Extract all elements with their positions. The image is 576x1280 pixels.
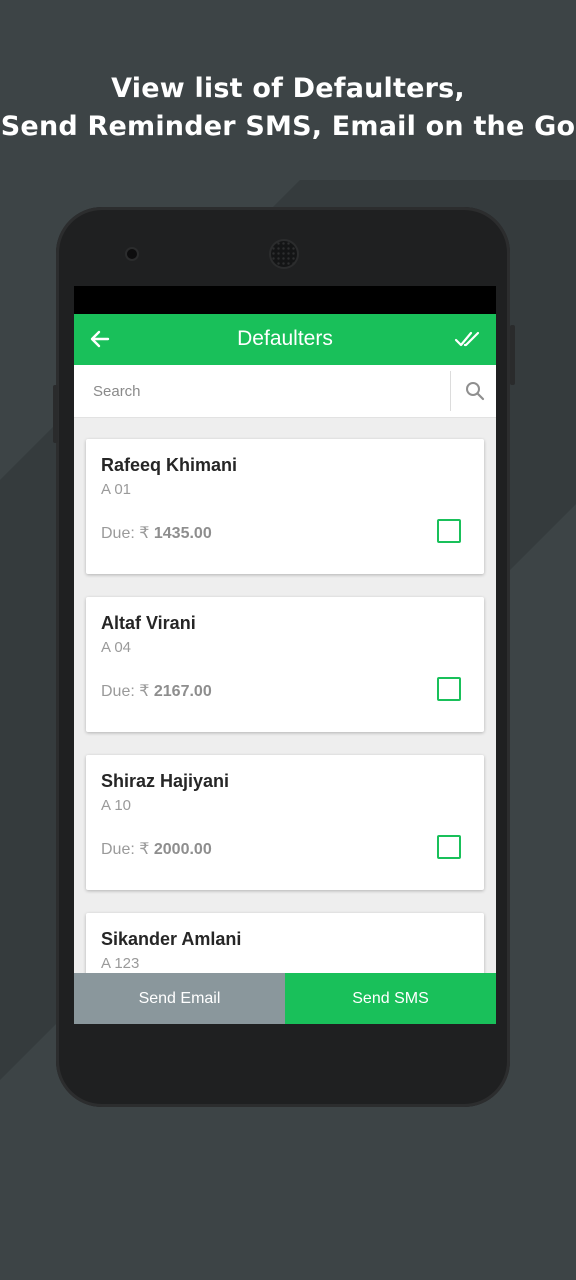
due-value: 2167.00 bbox=[153, 683, 212, 700]
defaulter-unit: A 10 bbox=[101, 797, 132, 814]
action-bar: Send Email Send SMS bbox=[74, 973, 496, 1024]
due-value: 2000.00 bbox=[153, 841, 212, 858]
send-sms-button[interactable]: Send SMS bbox=[285, 973, 496, 1024]
list-item[interactable]: Shiraz Hajiyani A 10 Due: ₹ 2000.00 bbox=[86, 755, 484, 890]
defaulter-name: Sikander Amlani bbox=[101, 929, 242, 949]
double-check-icon[interactable] bbox=[454, 327, 482, 351]
select-checkbox[interactable] bbox=[437, 519, 461, 543]
app-screen: Defaulters Rafeeq Khimani A 01 Due: ₹ 14… bbox=[74, 286, 496, 1024]
due-amount: Due: ₹ 2000.00 bbox=[101, 839, 212, 859]
front-camera bbox=[127, 249, 137, 259]
status-bar bbox=[74, 286, 496, 314]
select-checkbox[interactable] bbox=[437, 835, 461, 859]
defaulter-unit: A 123 bbox=[101, 955, 140, 972]
due-amount: Due: ₹ 2167.00 bbox=[101, 681, 212, 701]
send-email-button[interactable]: Send Email bbox=[74, 973, 285, 1024]
search-divider bbox=[450, 371, 451, 411]
defaulter-name: Rafeeq Khimani bbox=[101, 455, 238, 475]
search-icon[interactable] bbox=[464, 380, 486, 402]
due-amount: Due: ₹ 1435.00 bbox=[101, 523, 212, 543]
phone-speaker bbox=[271, 241, 297, 267]
due-label: Due: ₹ bbox=[101, 683, 150, 700]
phone-power-button bbox=[510, 325, 515, 385]
list-item[interactable]: Rafeeq Khimani A 01 Due: ₹ 1435.00 bbox=[86, 439, 484, 574]
defaulter-name: Altaf Virani bbox=[101, 613, 196, 633]
search-input[interactable] bbox=[74, 365, 449, 417]
select-checkbox[interactable] bbox=[437, 677, 461, 701]
phone-volume-button bbox=[53, 385, 58, 443]
headline-line-2: Send Reminder SMS, Email on the Go bbox=[0, 111, 576, 142]
defaulter-name: Shiraz Hajiyani bbox=[101, 771, 230, 791]
page-title: Defaulters bbox=[237, 327, 333, 350]
due-label: Due: ₹ bbox=[101, 841, 150, 858]
app-bar: Defaulters bbox=[74, 314, 496, 365]
due-label: Due: ₹ bbox=[101, 525, 150, 542]
headline-line-1: View list of Defaulters, bbox=[111, 73, 465, 104]
due-value: 1435.00 bbox=[153, 525, 212, 542]
defaulter-unit: A 04 bbox=[101, 639, 132, 656]
search-bar bbox=[74, 365, 496, 418]
defaulter-unit: A 01 bbox=[101, 481, 132, 498]
promo-headline: View list of Defaulters, Send Reminder S… bbox=[0, 70, 576, 146]
list-item[interactable]: Altaf Virani A 04 Due: ₹ 2167.00 bbox=[86, 597, 484, 732]
